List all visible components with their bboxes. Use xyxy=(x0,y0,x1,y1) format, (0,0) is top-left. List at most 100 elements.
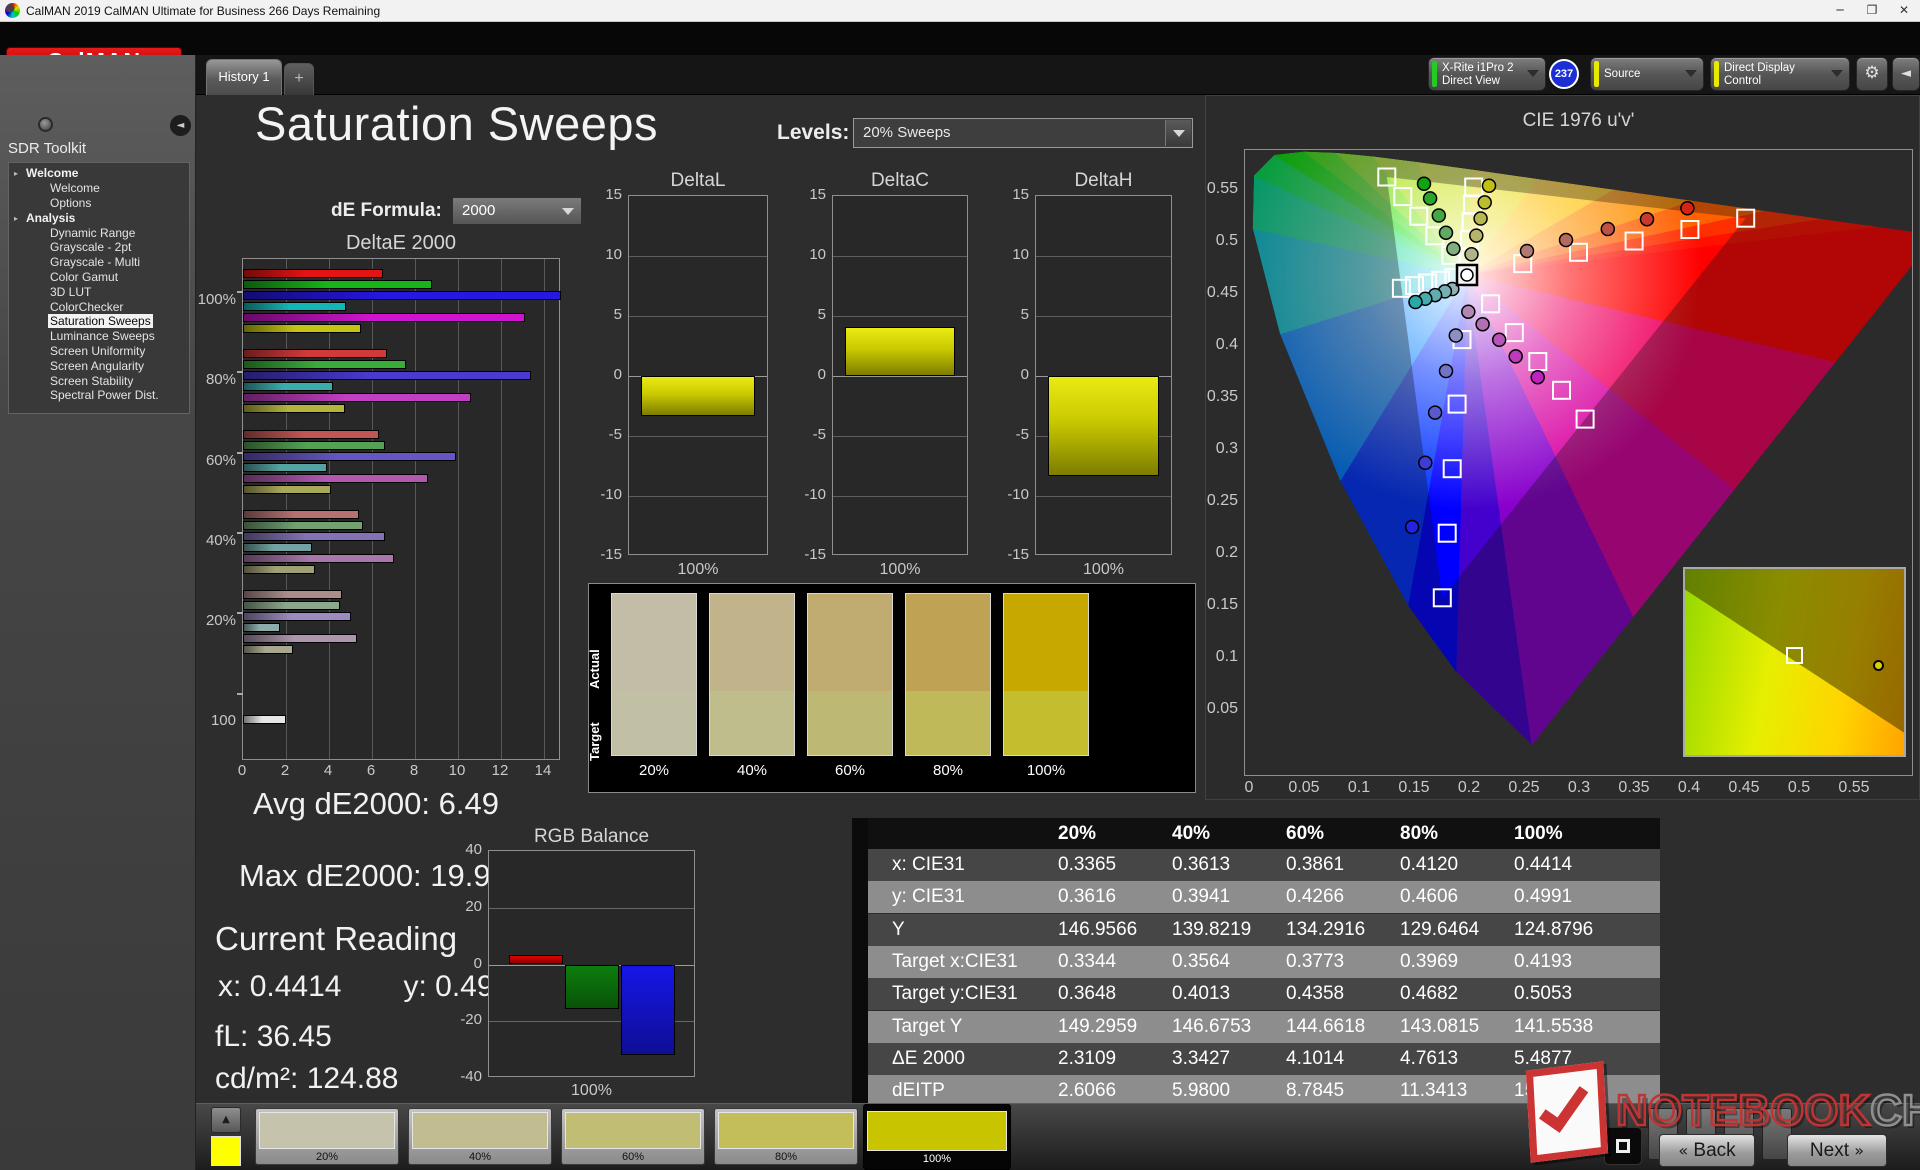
table-left-strip xyxy=(852,818,868,1107)
table-cell: 0.4193 xyxy=(1514,950,1573,972)
sidebar-item-3d-lut[interactable]: 3D LUT xyxy=(9,285,189,300)
table-row-label: Target Y xyxy=(892,1015,963,1037)
y-tick-label: -20 xyxy=(460,1011,482,1029)
sidebar-item-screen-uniformity[interactable]: Screen Uniformity xyxy=(9,344,189,359)
sidebar-group-welcome[interactable]: ▸ Welcome xyxy=(9,166,189,181)
saturation-level-button-100[interactable]: 100% xyxy=(863,1104,1011,1170)
swatch-target xyxy=(906,691,990,755)
window-titlebar: CalMAN 2019 CalMAN Ultimate for Business… xyxy=(0,0,1920,22)
de-formula-dropdown[interactable]: 2000 xyxy=(452,197,582,225)
gridline xyxy=(415,259,416,759)
table-cell: 0.4414 xyxy=(1514,854,1573,875)
cie-measured-dot-magenta xyxy=(1475,316,1490,332)
settings-button[interactable]: ⚙ xyxy=(1856,57,1888,91)
meter-count-badge[interactable]: 237 xyxy=(1549,59,1579,89)
swatch-color xyxy=(565,1112,701,1149)
table-cell: 0.4266 xyxy=(1286,886,1345,908)
deltae-bar-80-blue xyxy=(243,371,532,381)
meter-button[interactable]: X-Rite i1Pro 2 Direct View xyxy=(1428,57,1546,91)
y-tick-label: 10 xyxy=(605,246,622,263)
sidebar-item-options[interactable]: Options xyxy=(9,196,189,211)
cie-x-tick: 0.3 xyxy=(1567,779,1591,796)
levels-label: Levels: xyxy=(777,121,850,144)
deltae-bar-20-magenta xyxy=(243,634,357,644)
x-tick-label: 0 xyxy=(237,762,247,779)
cie-y-tick: 0.5 xyxy=(1215,232,1238,249)
rgb-bar-red xyxy=(509,954,563,965)
table-cell: 0.4606 xyxy=(1400,886,1459,908)
sidebar-group-analysis[interactable]: ▸ Analysis xyxy=(9,211,189,226)
sidebar-radio-icon[interactable] xyxy=(38,117,53,132)
cie-y-tick: 0.25 xyxy=(1206,492,1238,509)
sidebar-item-luminance-sweeps[interactable]: Luminance Sweeps xyxy=(9,329,189,344)
saturation-level-button-40[interactable]: 40% xyxy=(408,1108,552,1165)
x-category-label: 100% xyxy=(677,561,719,578)
y-tick-label: -10 xyxy=(804,486,826,503)
add-tab-button[interactable]: + xyxy=(284,63,314,95)
deltae-bar-60-green xyxy=(243,440,385,450)
cie-y-tick: 0.3 xyxy=(1215,440,1238,457)
deltae-bar-100-green xyxy=(243,280,433,289)
sidebar-item-screen-angularity[interactable]: Screen Angularity xyxy=(9,359,189,374)
table-cell: 143.0815 xyxy=(1400,1015,1480,1037)
y-tick-label: 10 xyxy=(809,246,826,263)
tab-history-1[interactable]: History 1 xyxy=(206,59,282,95)
brand-strip: CalMAN xyxy=(0,22,1920,75)
cie-measured-dot-green xyxy=(1416,176,1432,192)
cie-y-tick: 0.35 xyxy=(1206,388,1238,405)
x-category-label: 100% xyxy=(571,1082,612,1099)
deltae-bar-80-green xyxy=(243,360,407,370)
app-window: CalMAN 2019 CalMAN Ultimate for Business… xyxy=(0,0,1920,1170)
cie-measured-dot-blue xyxy=(1404,519,1420,535)
chevron-down-icon xyxy=(1165,120,1191,146)
gridline xyxy=(1036,316,1171,317)
sidebar-item-dynamic-range[interactable]: Dynamic Range xyxy=(9,226,189,241)
source-button[interactable]: Source xyxy=(1590,57,1704,91)
table-row-target-x-cie31: Target x:CIE31 0.3344 0.3564 0.3773 0.3969 0.… xyxy=(868,945,1660,978)
chevron-down-icon xyxy=(1685,70,1697,77)
sidebar-item-grayscale-2pt[interactable]: Grayscale - 2pt xyxy=(9,240,189,255)
deltae-bar-100-cyan xyxy=(243,302,347,311)
deltae-group-label: 60% xyxy=(205,451,236,469)
table-cell: 139.8219 xyxy=(1172,918,1252,940)
table-header-row: 20% 40% 60% 80% 100% xyxy=(868,818,1660,849)
deltae-bar-80-magenta xyxy=(243,393,471,403)
deltae-chart xyxy=(237,258,561,760)
gridline xyxy=(833,316,967,317)
deltae-bar-60-yellow xyxy=(243,484,332,494)
sidebar-item-spectral-power-dist[interactable]: Spectral Power Dist. xyxy=(9,388,189,403)
gridline xyxy=(544,259,545,759)
saturation-level-button-60[interactable]: 60% xyxy=(561,1108,705,1165)
cie-measured-dot-blue xyxy=(1418,455,1433,471)
sidebar-item-color-gamut[interactable]: Color Gamut xyxy=(9,270,189,285)
sidebar-item-saturation-sweeps[interactable]: Saturation Sweeps xyxy=(9,314,189,329)
y-tick-label: 20 xyxy=(465,897,482,915)
target-axis-label: Target xyxy=(587,722,602,762)
minimize-icon[interactable]: ─ xyxy=(1824,0,1856,21)
panel-collapse-button[interactable]: ◄ xyxy=(1892,57,1920,91)
sidebar-item-screen-stability[interactable]: Screen Stability xyxy=(9,374,189,389)
sidebar-collapse-button[interactable]: ◄ xyxy=(170,115,191,136)
y-tick-label: -5 xyxy=(1015,426,1029,443)
sidebar-item-colorchecker[interactable]: ColorChecker xyxy=(9,300,189,315)
swatch-actual xyxy=(612,594,696,691)
saturation-level-button-20[interactable]: 20% xyxy=(255,1108,399,1165)
cie-current-dot xyxy=(1460,268,1474,282)
chevron-left-icon: ◄ xyxy=(1901,66,1911,81)
avg-de2000-reading: Avg dE2000: 6.49 xyxy=(253,786,499,821)
current-reading-title: Current Reading xyxy=(215,920,458,957)
saturation-level-button-80[interactable]: 80% xyxy=(714,1108,858,1165)
x-tick-label: 6 xyxy=(366,762,376,779)
x-tick-label: 10 xyxy=(448,762,466,779)
expand-up-button[interactable]: ▲ xyxy=(211,1107,241,1133)
display-control-button[interactable]: Direct Display Control xyxy=(1710,57,1850,91)
close-icon[interactable]: ✕ xyxy=(1888,0,1920,21)
sidebar-item-welcome[interactable]: Welcome xyxy=(9,181,189,196)
levels-dropdown[interactable]: 20% Sweeps xyxy=(853,118,1193,148)
sidebar-item-grayscale-multi[interactable]: Grayscale - Multi xyxy=(9,255,189,270)
source-status-stripe xyxy=(1594,61,1599,87)
swatch-actual xyxy=(710,594,794,691)
maximize-icon[interactable]: ❐ xyxy=(1856,0,1888,21)
y-tick-label: 40 xyxy=(465,841,482,858)
cie-measured-dot-red xyxy=(1558,232,1574,248)
